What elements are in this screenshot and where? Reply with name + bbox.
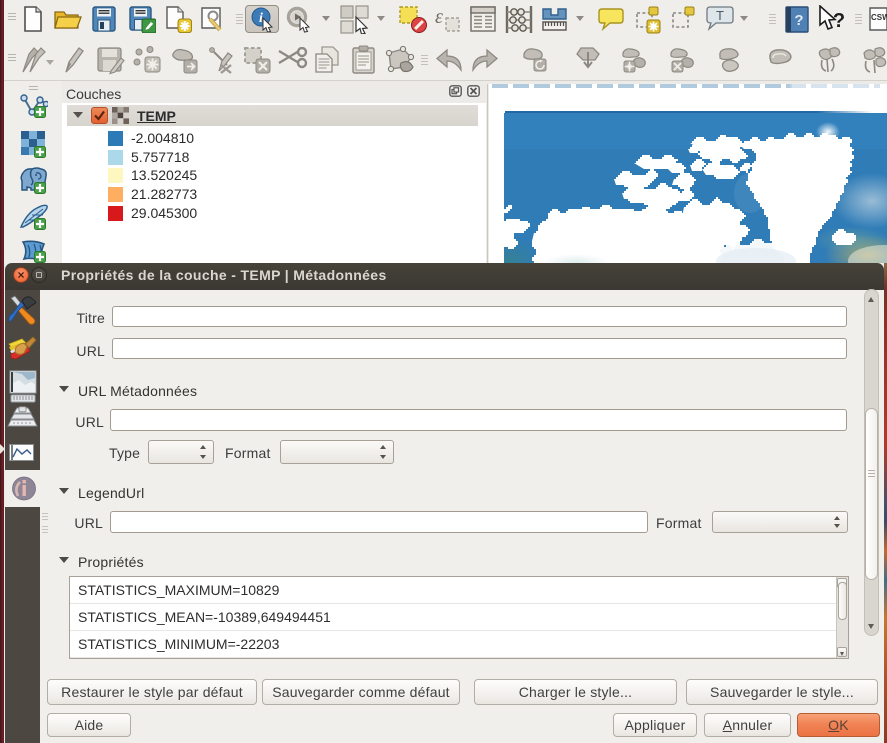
svg-text:CSW: CSW: [871, 13, 887, 22]
svg-text:?: ?: [833, 10, 845, 32]
svg-text:i: i: [259, 11, 263, 26]
svg-text:?: ?: [794, 12, 803, 29]
svg-text:T: T: [716, 8, 724, 23]
svg-text:ε: ε: [435, 6, 443, 28]
